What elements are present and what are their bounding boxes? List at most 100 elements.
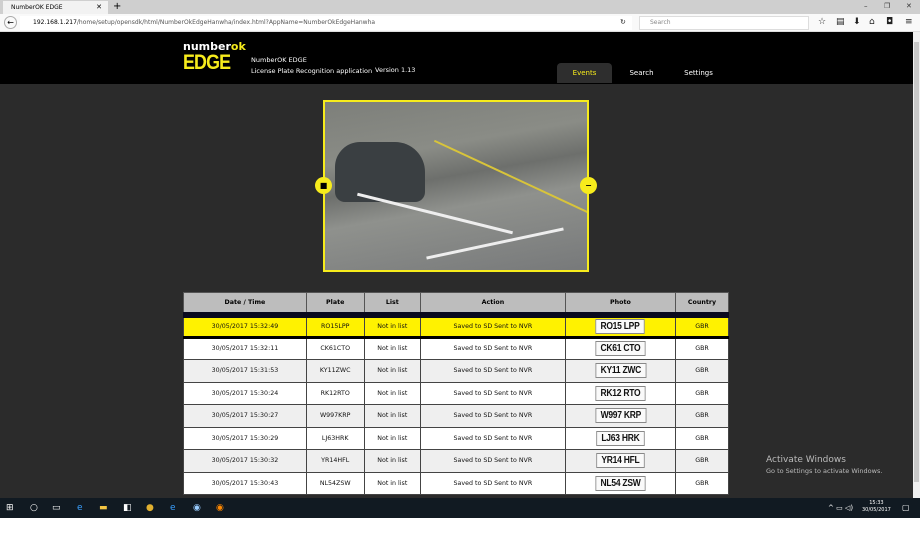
table-row[interactable]: 30/05/2017 15:30:27 W997KRP Not in list Sav… [183,404,729,428]
nav-events[interactable]: Events [557,63,612,83]
cell-datetime: 30/05/2017 15:30:29 [183,426,307,450]
notifications-icon[interactable]: ▢ [902,501,910,515]
table-row[interactable]: 30/05/2017 15:32:11 CK61CTO Not in list Sav… [183,336,729,360]
cell-action: Saved to SD Sent to NVR [419,359,566,383]
col-list[interactable]: List [363,292,421,315]
nav-search[interactable]: Search [614,63,669,83]
tray-icons[interactable]: ^ ▭ ◁) [828,501,853,515]
page-scrollbar[interactable] [913,32,920,498]
cell-country: GBR [675,336,729,360]
close-window-icon[interactable]: ✕ [906,0,912,12]
cell-plate: KY11ZWC [305,359,365,383]
cell-plate: NL54ZSW [305,471,365,495]
col-photo[interactable]: Photo [564,292,677,315]
plate-photo: CK61 CTO [595,341,646,357]
collapse-icon[interactable]: − [580,177,597,194]
reload-icon[interactable]: ↻ [620,16,626,28]
plate-photo: W997 KRP [595,408,646,424]
file-explorer-icon[interactable]: ▬ [99,501,108,515]
col-plate[interactable]: Plate [305,292,365,315]
cell-datetime: 30/05/2017 15:30:32 [183,449,307,473]
cell-country: GBR [675,471,729,495]
cell-country: GBR [675,404,729,428]
table-row[interactable]: 30/05/2017 15:31:53 KY11ZWC Not in list Sav… [183,359,729,383]
cell-list: Not in list [363,336,421,360]
cell-action: Saved to SD Sent to NVR [419,311,566,339]
browser-tab-bar: NumberOK EDGE ✕ + – ❐ ✕ [0,0,920,14]
table-row[interactable]: 30/05/2017 15:30:29 LJ63HRK Not in list Sav… [183,426,729,450]
plate-photo: NL54 ZSW [595,475,646,491]
app-version: Version 1.13 [375,66,416,74]
back-button[interactable]: ← [4,16,17,29]
cell-country: GBR [675,449,729,473]
store-icon[interactable]: ◧ [123,501,132,515]
cell-datetime: 30/05/2017 15:30:43 [183,471,307,495]
edge-icon[interactable]: e [77,501,83,515]
reading-list-icon[interactable]: ▤ [836,16,845,28]
menu-icon[interactable]: ≡ [905,16,913,28]
start-icon[interactable]: ⊞ [6,501,14,515]
main-content: ■ − Date / Time Plate List Action Photo … [0,84,913,498]
cell-action: Saved to SD Sent to NVR [419,404,566,428]
app-icon[interactable]: ◉ [193,501,201,515]
cell-action: Saved to SD Sent to NVR [419,336,566,360]
app-header: numberok EDGE NumberOK EDGE License Plate… [0,32,913,84]
col-action[interactable]: Action [419,292,566,315]
activate-windows-watermark: Activate Windows Go to Settings to activa… [766,455,882,475]
cell-list: Not in list [363,426,421,450]
browser-tab[interactable]: NumberOK EDGE ✕ [3,1,108,14]
restore-icon[interactable]: ❐ [884,0,890,12]
pocket-icon[interactable]: ◘ [886,16,893,28]
nav-settings[interactable]: Settings [671,63,726,83]
task-view-icon[interactable]: ▭ [52,501,61,515]
browser-search-input[interactable]: Search [639,16,809,30]
cortana-icon[interactable]: ○ [30,501,38,515]
cell-plate: CK61CTO [305,336,365,360]
col-datetime[interactable]: Date / Time [183,292,307,315]
browser-toolbar: ← 192.168.1.217/home/setup/opensdk/html/… [0,14,920,32]
cell-list: Not in list [363,471,421,495]
cell-datetime: 30/05/2017 15:30:24 [183,381,307,405]
cell-photo: YR14 HFL [564,449,677,473]
bookmark-star-icon[interactable]: ☆ [818,16,826,28]
cell-datetime: 30/05/2017 15:32:11 [183,336,307,360]
car-image [335,142,425,202]
cell-plate: LJ63HRK [305,426,365,450]
table-row[interactable]: 30/05/2017 15:30:32 YR14HFL Not in list Sav… [183,449,729,473]
watermark-subtitle: Go to Settings to activate Windows. [766,467,883,475]
table-header: Date / Time Plate List Action Photo Coun… [183,292,729,315]
url-path: /home/setup/opensdk/html/NumberOkEdgeHan… [76,19,376,26]
camera-icon[interactable]: ■ [315,177,332,194]
home-icon[interactable]: ⌂ [869,16,875,28]
new-tab-button[interactable]: + [113,0,121,14]
app-info: NumberOK EDGE License Plate Recognition a… [251,55,372,77]
table-row[interactable]: 30/05/2017 15:30:43 NL54ZSW Not in list Sav… [183,471,729,495]
app-name: NumberOK EDGE [251,56,307,64]
chrome-icon[interactable]: ● [146,501,154,515]
cell-country: GBR [675,381,729,405]
url-host: 192.168.1.217 [33,19,77,26]
plate-photo: YR14 HFL [596,453,645,469]
cell-photo: RK12 RTO [564,381,677,405]
cell-plate: RO15LPP [305,311,365,339]
clock[interactable]: 15:33 30/05/2017 [862,500,891,514]
cell-plate: RK12RTO [305,381,365,405]
table-row[interactable]: 30/05/2017 15:32:49 RO15LPP Not in list Sav… [183,311,729,339]
plate-photo: KY11 ZWC [595,363,646,379]
col-country[interactable]: Country [675,292,729,315]
cell-datetime: 30/05/2017 15:30:27 [183,404,307,428]
cell-datetime: 30/05/2017 15:31:53 [183,359,307,383]
cell-photo: NL54 ZSW [564,471,677,495]
minimize-icon[interactable]: – [864,0,868,12]
cell-datetime: 30/05/2017 15:32:49 [183,311,307,339]
cell-country: GBR [675,311,729,339]
cell-list: Not in list [363,359,421,383]
cell-photo: KY11 ZWC [564,359,677,383]
address-bar[interactable]: 192.168.1.217/home/setup/opensdk/html/Nu… [20,16,632,30]
ie-icon[interactable]: e [170,501,176,515]
table-row[interactable]: 30/05/2017 15:30:24 RK12RTO Not in list Sav… [183,381,729,405]
app-description: License Plate Recognition application [251,67,373,75]
download-icon[interactable]: ⬇ [853,16,861,28]
firefox-icon[interactable]: ◉ [216,501,224,515]
close-tab-icon[interactable]: ✕ [96,1,102,14]
